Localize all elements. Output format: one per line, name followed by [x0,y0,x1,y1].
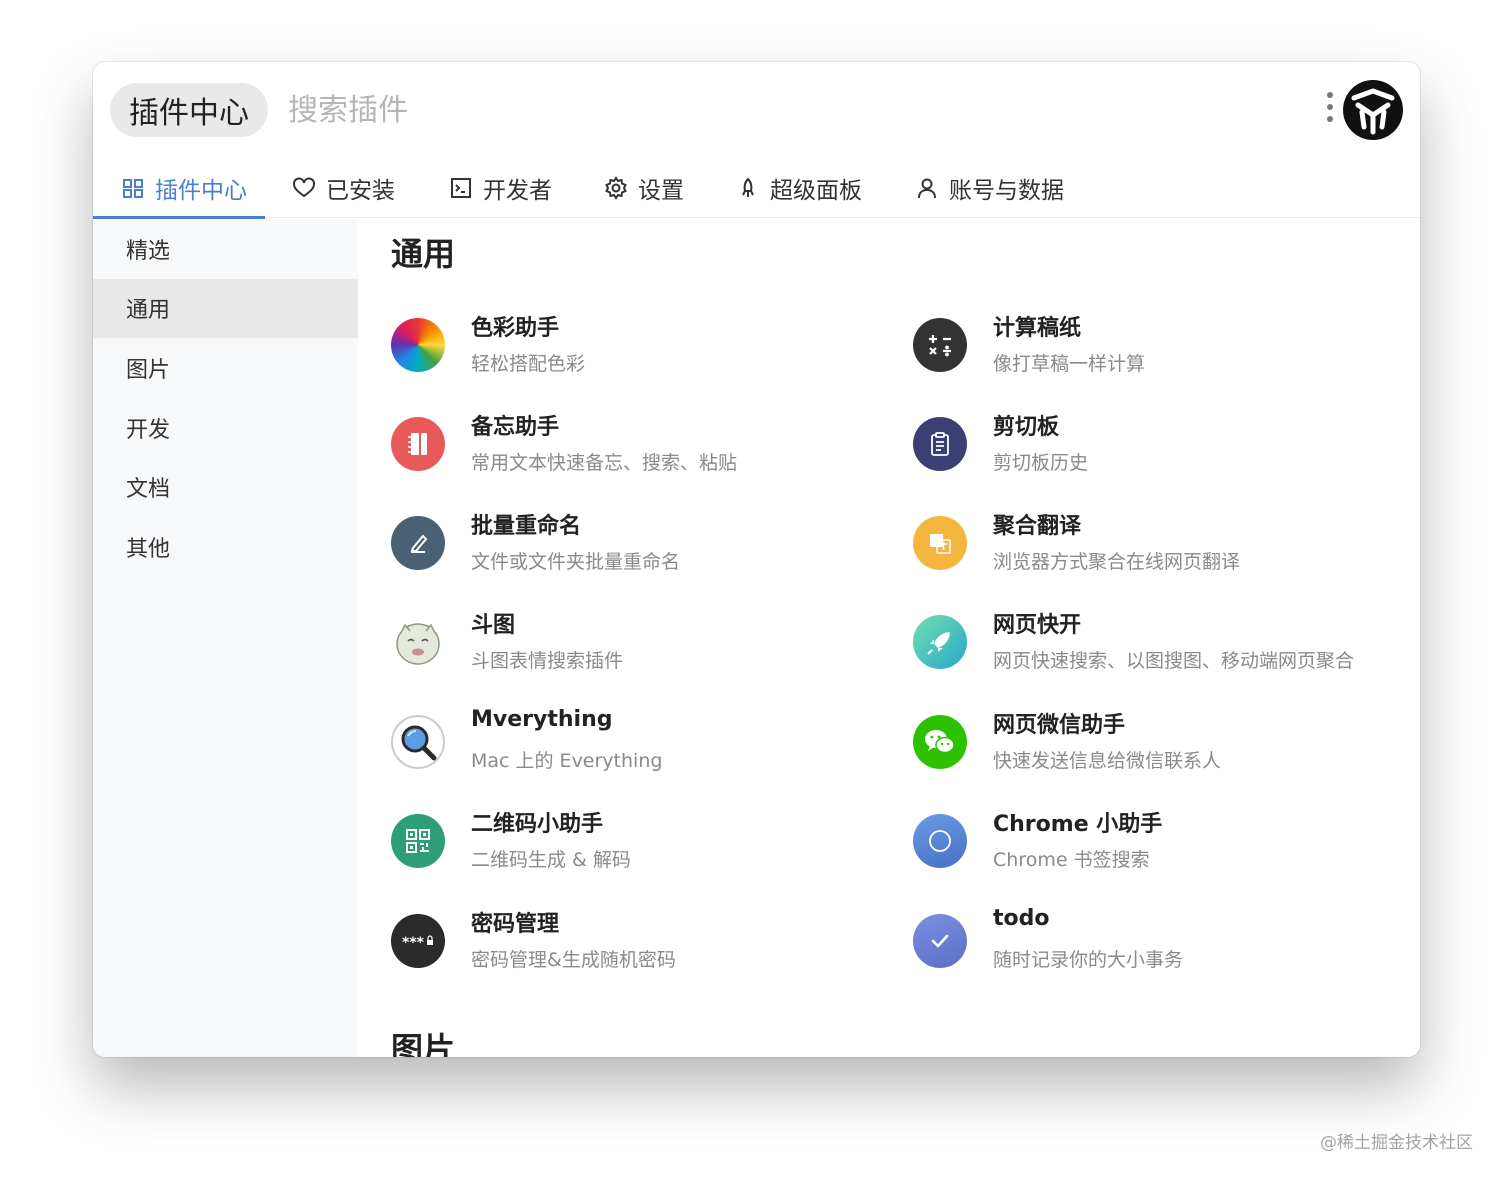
plugin-item[interactable]: 批量重命名 文件或文件夹批量重命名 [391,508,891,598]
plugin-name: 剪切板 [993,415,1060,440]
search-bar: 插件中心 [93,62,1420,157]
plugin-desc: 密码管理&生成随机密码 [471,949,676,971]
category-sidebar: 精选 通用 图片 开发 文档 其他 [93,219,358,1057]
sidebar-item-images[interactable]: 图片 [93,338,358,398]
tab-super-panel[interactable]: 超级面板 [736,157,862,218]
plugin-desc: 轻松搭配色彩 [471,353,586,375]
plugin-name: todo [993,906,1050,931]
section-title: 通用 [391,235,456,273]
calculator-icon [913,318,967,372]
tab-plugin-center[interactable]: 插件中心 [121,157,247,218]
plugin-name: 色彩助手 [471,316,560,341]
plugin-item[interactable]: 备忘助手 常用文本快速备忘、搜索、粘贴 [391,409,891,499]
plugin-center-window: 插件中心 插件中心 已安装 开发者 [93,62,1420,1057]
main-tabs: 插件中心 已安装 开发者 设置 超级面板 账号与数据 [93,157,1420,218]
plugin-desc: 浏览器方式聚合在线网页翻译 [993,551,1241,573]
meme-face-icon [391,615,445,669]
plugin-list: 通用 色彩助手 轻松搭配色彩 计算稿纸 像打草稿一样计算 备忘助手 常用文本快速… [358,219,1420,1057]
tab-label: 插件中心 [155,177,247,204]
plugin-name: Chrome 小助手 [993,812,1163,837]
watermark: @稀土掘金技术社区 [1320,1133,1473,1153]
plugin-name: 聚合翻译 [993,514,1082,539]
plugin-name: 网页微信助手 [993,713,1126,738]
tab-developer[interactable]: 开发者 [449,157,552,218]
rocket-icon [742,177,754,197]
sidebar-item-general[interactable]: 通用 [93,278,358,339]
plugin-desc: 快速发送信息给微信联系人 [993,750,1222,772]
plugin-item[interactable]: 聚合翻译 浏览器方式聚合在线网页翻译 [913,508,1413,598]
plugin-center-chip[interactable]: 插件中心 [110,83,268,137]
plugin-item[interactable]: 色彩助手 轻松搭配色彩 [391,310,891,400]
plugin-item[interactable]: todo 随时记录你的大小事务 [913,906,1413,996]
terminal-icon [451,177,471,198]
plugin-desc: 网页快速搜索、以图搜图、移动端网页聚合 [993,650,1355,672]
app-logo[interactable] [1342,79,1404,141]
plugin-name: 网页快开 [993,613,1082,638]
magnifier-icon [391,715,445,769]
translate-icon [913,516,967,570]
plugin-name: 批量重命名 [471,514,582,539]
plugin-desc: 文件或文件夹批量重命名 [471,551,681,573]
plugin-item[interactable]: Mverything Mac 上的 Everything [391,707,891,797]
plugin-name: Mverything [471,707,613,732]
heart-icon [293,176,315,197]
tab-label: 已安装 [326,177,395,204]
tab-label: 设置 [638,177,684,204]
check-icon [913,914,967,968]
plugin-desc: 斗图表情搜索插件 [471,650,624,672]
plugin-desc: 剪切板历史 [993,452,1089,474]
clipboard-icon [913,417,967,471]
plugin-item[interactable]: 斗图 斗图表情搜索插件 [391,607,891,697]
tab-label: 超级面板 [770,177,862,204]
more-options-icon[interactable] [1323,92,1337,128]
plugin-desc: 随时记录你的大小事务 [993,949,1184,971]
sidebar-item-other[interactable]: 其他 [93,517,358,577]
plugin-item[interactable]: 二维码小助手 二维码生成 & 解码 [391,806,891,896]
plugin-desc: 二维码生成 & 解码 [471,849,631,871]
plugin-item[interactable]: 计算稿纸 像打草稿一样计算 [913,310,1413,400]
plugin-name: 备忘助手 [471,415,560,440]
password-icon: *** [391,914,445,968]
tab-label: 账号与数据 [949,177,1064,204]
tab-settings[interactable]: 设置 [604,157,684,218]
sidebar-item-featured[interactable]: 精选 [93,219,358,279]
qrcode-icon [391,814,445,868]
rocket-icon [913,615,967,669]
chrome-circle-icon [913,814,967,868]
search-input[interactable] [288,86,1188,134]
grid-icon [123,178,143,198]
svg-text:***: *** [402,935,425,949]
user-icon [918,178,936,198]
plugin-desc: 常用文本快速备忘、搜索、粘贴 [471,452,738,474]
plugin-name: 计算稿纸 [993,316,1082,341]
plugin-name: 二维码小助手 [471,812,604,837]
sidebar-item-development[interactable]: 开发 [93,398,358,458]
notebook-icon [391,417,445,471]
tab-account-data[interactable]: 账号与数据 [915,157,1064,218]
plugin-item[interactable]: 剪切板 剪切板历史 [913,409,1413,499]
wechat-icon [913,715,967,769]
section-title-images: 图片 [391,1030,456,1057]
color-wheel-icon [391,318,445,372]
plugin-desc: 像打草稿一样计算 [993,353,1146,375]
plugin-desc: Mac 上的 Everything [471,750,663,772]
tab-installed[interactable]: 已安装 [292,157,395,218]
plugin-item[interactable]: 网页微信助手 快速发送信息给微信联系人 [913,707,1413,797]
plugin-name: 斗图 [471,613,516,638]
plugin-name: 密码管理 [471,912,560,937]
tab-label: 开发者 [483,177,552,204]
plugin-item[interactable]: *** 密码管理 密码管理&生成随机密码 [391,906,891,996]
plugin-desc: Chrome 书签搜索 [993,849,1150,871]
rename-icon [391,516,445,570]
gear-icon [605,175,627,200]
plugin-item[interactable]: Chrome 小助手 Chrome 书签搜索 [913,806,1413,896]
plugin-item[interactable]: 网页快开 网页快速搜索、以图搜图、移动端网页聚合 [913,607,1413,697]
sidebar-item-documents[interactable]: 文档 [93,457,358,517]
